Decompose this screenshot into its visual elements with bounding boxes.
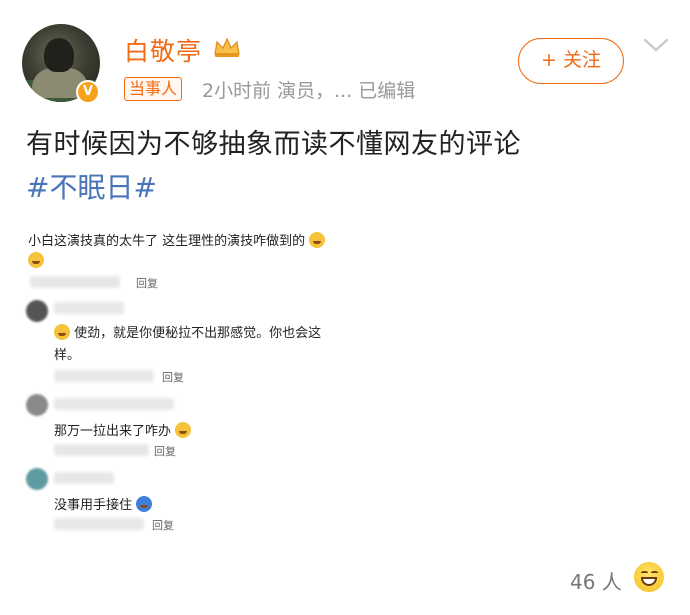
laugh-reaction-icon[interactable] — [634, 562, 664, 592]
crown-icon — [214, 37, 240, 57]
screenshot-comment: 小白这演技真的太牛了 这生理性的演技咋做到的 — [28, 230, 326, 249]
laughing-emoji-icon — [54, 324, 70, 340]
screaming-emoji-icon — [136, 496, 153, 512]
post-meta: 2小时前 演员，... 已编辑 — [202, 80, 416, 102]
post-text: 有时候因为不够抽象而读不懂网友的评论 — [26, 129, 521, 160]
hashtag-link[interactable]: #不眠日# — [26, 166, 157, 206]
commenter-avatar — [26, 394, 48, 416]
shocked-emoji-icon — [28, 252, 44, 268]
author-name[interactable]: 白敬亭 — [124, 32, 202, 68]
follow-button[interactable]: + 关注 — [518, 38, 624, 84]
commenter-avatar — [26, 468, 48, 490]
chevron-down-icon[interactable] — [642, 36, 670, 54]
commenter-avatar — [26, 300, 48, 322]
reply-text: 没事用手接住 — [54, 494, 153, 513]
reply-text: 使劲，就是你便秘拉不出那感觉。你也会这 — [54, 322, 321, 341]
verified-badge-icon: V — [76, 80, 100, 104]
reply-label: 回复 — [154, 445, 176, 458]
reaction-count: 46 人 — [570, 570, 622, 594]
reply-text: 那万一拉出来了咋办 — [54, 420, 192, 439]
embedded-comment-screenshot: 小白这演技真的太牛了 这生理性的演技咋做到的 回复 使劲，就是你便秘拉不出那感觉… — [24, 218, 354, 544]
reply-label: 回复 — [136, 277, 158, 290]
post-header: V 白敬亭 当事人 2小时前 演员，... 已编辑 + 关注 — [0, 0, 690, 110]
reply-text-continued: 样。 — [54, 348, 81, 363]
involved-party-tag: 当事人 — [124, 77, 183, 101]
crying-emoji-icon — [175, 422, 192, 438]
shocked-emoji-icon — [309, 232, 326, 248]
reply-label: 回复 — [162, 371, 184, 384]
reply-label: 回复 — [152, 519, 174, 532]
